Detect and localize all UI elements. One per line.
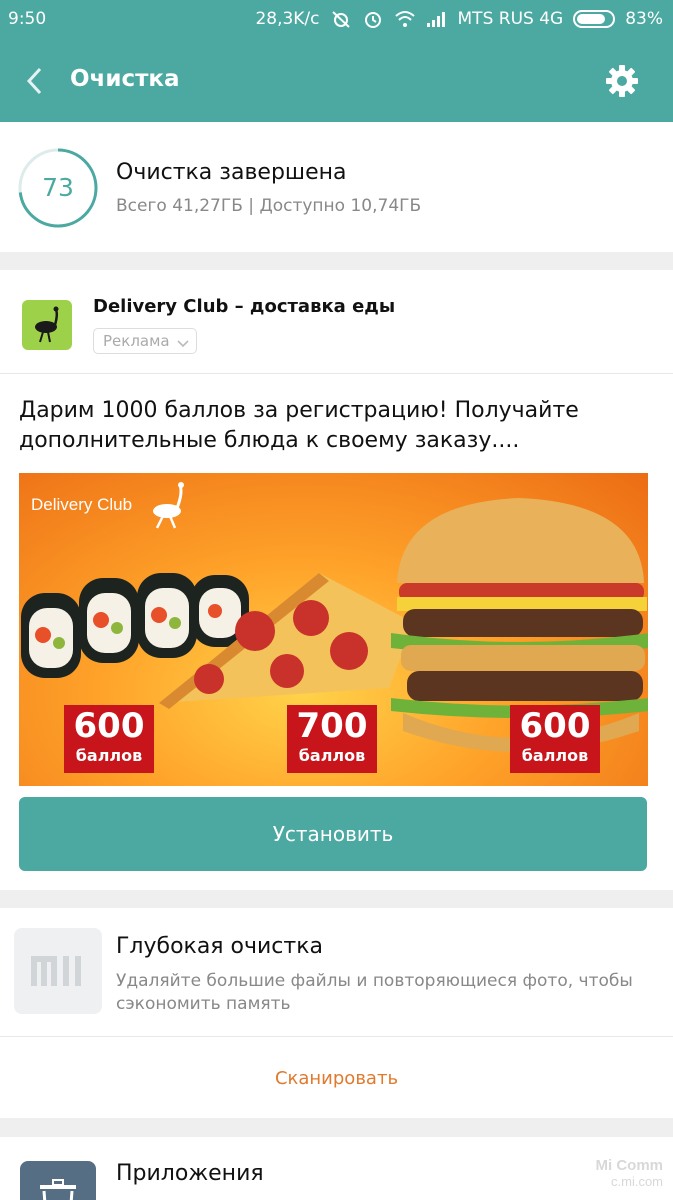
points-label: баллов: [75, 746, 143, 765]
install-button[interactable]: Установить: [19, 797, 647, 871]
cleanup-summary: 73 Очистка завершена Всего 41,27ГБ | Дос…: [0, 122, 673, 252]
points-badge: 700 баллов: [287, 705, 377, 773]
scan-button[interactable]: Сканировать: [0, 1068, 673, 1089]
delivery-club-logo-icon[interactable]: [22, 300, 72, 350]
points-value: 700: [296, 706, 368, 746]
points-label: баллов: [521, 746, 589, 765]
network-speed: 28,3K/c: [255, 9, 320, 29]
deep-clean-title: Глубокая очистка: [116, 934, 323, 959]
points-badge: 600 баллов: [510, 705, 600, 773]
ad-banner-image[interactable]: Delivery Club 600 баллов 700 баллов 600 …: [19, 473, 648, 786]
divider: [0, 373, 673, 374]
score-value: 73: [42, 173, 74, 202]
alarm-icon: [362, 10, 384, 28]
watermark-url: c.mi.com: [611, 1174, 663, 1189]
deep-clean-description: Удаляйте большие файлы и повторяющиеся ф…: [116, 971, 633, 1014]
watermark: Mi Comm c.mi.com: [596, 1157, 664, 1189]
watermark-line: Mi Comm: [595, 1157, 664, 1174]
battery-icon: [573, 10, 616, 28]
status-time: 9:50: [8, 9, 47, 29]
ad-description[interactable]: Дарим 1000 баллов за регистрацию! Получа…: [19, 396, 659, 456]
gear-icon[interactable]: [605, 64, 639, 98]
apps-title: Приложения: [116, 1161, 264, 1186]
battery-level: [577, 14, 606, 24]
deep-clean-card[interactable]: Глубокая очистка Удаляйте большие файлы …: [0, 908, 673, 1118]
status-bar: 9:50 28,3K/c MTS RUS 4G 83%: [0, 0, 673, 40]
chevron-left-icon[interactable]: [22, 66, 48, 96]
top-bar: 9:50 28,3K/c MTS RUS 4G 83% Очистка: [0, 0, 673, 122]
mi-logo-icon: [14, 928, 102, 1014]
points-value: 600: [73, 706, 145, 746]
signal-icon: [426, 10, 448, 28]
points-value: 600: [519, 706, 591, 746]
battery-percent: 83%: [625, 9, 663, 29]
ad-card[interactable]: Delivery Club – доставка еды Реклама Дар…: [0, 270, 673, 890]
divider: [0, 1036, 673, 1037]
app-bar: Очистка: [0, 44, 673, 120]
ad-label: Реклама: [103, 332, 170, 350]
page-title: Очистка: [70, 66, 180, 92]
points-badge: 600 баллов: [64, 705, 154, 773]
ad-app-name[interactable]: Delivery Club – доставка еды: [93, 296, 395, 317]
alarm-off-icon: [330, 10, 352, 28]
storage-info: Всего 41,27ГБ | Доступно 10,74ГБ: [116, 196, 422, 216]
status-right: 28,3K/c MTS RUS 4G 83%: [255, 9, 663, 29]
chevron-down-icon: [176, 334, 190, 348]
apps-card[interactable]: Приложения: [0, 1137, 673, 1200]
points-label: баллов: [298, 746, 366, 765]
wifi-icon: [394, 10, 416, 28]
summary-title: Очистка завершена: [116, 160, 347, 185]
apps-cleanup-icon: [20, 1161, 96, 1200]
ad-label-dropdown[interactable]: Реклама: [93, 328, 197, 354]
carrier-label: MTS RUS 4G: [457, 9, 564, 29]
